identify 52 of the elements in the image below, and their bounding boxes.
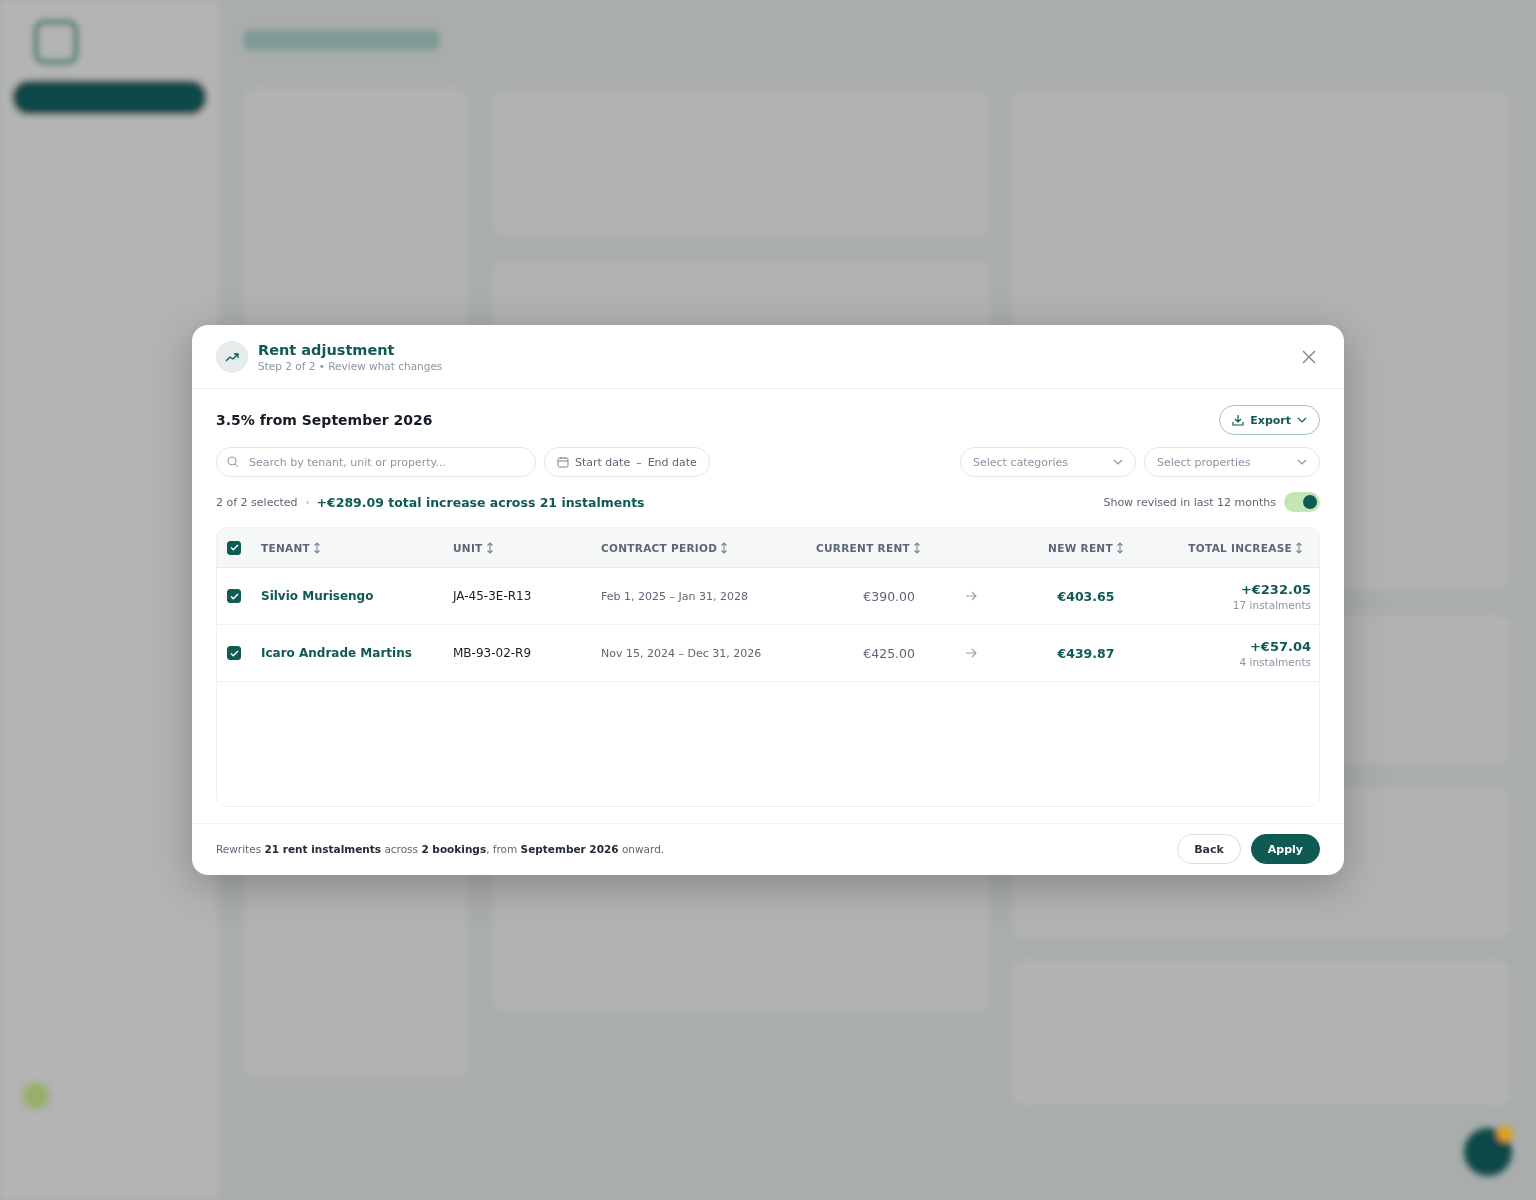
column-header[interactable]: UNIT bbox=[453, 541, 494, 554]
instalment-count: 4 instalments bbox=[1239, 655, 1311, 668]
current-rent: €390.00 bbox=[863, 588, 915, 604]
apply-button[interactable]: Apply bbox=[1250, 834, 1320, 864]
current-rent: €425.00 bbox=[863, 645, 915, 661]
tenant-name[interactable]: Icaro Andrade Martins bbox=[261, 646, 412, 660]
revised-toggle[interactable] bbox=[1284, 492, 1320, 512]
sort-icon bbox=[913, 541, 921, 554]
unit-code: MB-93-02-R9 bbox=[453, 646, 532, 660]
sort-icon bbox=[1115, 541, 1124, 554]
new-rent: €403.65 bbox=[1057, 588, 1115, 604]
column-header[interactable]: CURRENT RENT bbox=[816, 541, 921, 554]
chevron-down-icon bbox=[1297, 417, 1307, 423]
arrow-right-icon bbox=[965, 591, 977, 601]
select-all-checkbox[interactable] bbox=[227, 540, 241, 555]
selection-count: 2 of 2 selected bbox=[216, 495, 298, 509]
column-header[interactable]: TENANT bbox=[261, 541, 321, 554]
column-header[interactable]: CONTRACT PERIOD bbox=[601, 541, 729, 554]
chevron-down-icon bbox=[1297, 459, 1307, 465]
footer-note: Rewrites 21 rent instalments across 2 bookings, from September 2026 onward. bbox=[216, 843, 666, 855]
contract-period: Feb 1, 2025 – Jan 31, 2028 bbox=[601, 589, 748, 603]
date-range-picker[interactable]: Start date – End date bbox=[544, 447, 710, 477]
tenant-name[interactable]: Silvio Murisengo bbox=[261, 589, 374, 603]
adjustment-heading: 3.5% from September 2026 bbox=[216, 412, 434, 428]
unit-code: JA-45-3E-R13 bbox=[453, 589, 532, 603]
dialog-title: Rent adjustment bbox=[258, 342, 396, 358]
total-increase: +€57.04 bbox=[1249, 638, 1311, 654]
instalment-count: 17 instalments bbox=[1232, 598, 1311, 611]
total-increase: +€232.05 bbox=[1240, 581, 1311, 597]
new-rent: €439.87 bbox=[1057, 645, 1115, 661]
row-checkbox[interactable] bbox=[227, 589, 241, 603]
categories-select[interactable]: Select categories bbox=[960, 447, 1136, 477]
download-icon bbox=[1232, 414, 1245, 426]
toggle-label: Show revised in last 12 months bbox=[1103, 495, 1276, 509]
sort-icon bbox=[313, 541, 321, 554]
contract-period: Nov 15, 2024 – Dec 31, 2026 bbox=[601, 646, 762, 660]
arrow-right-icon bbox=[965, 648, 977, 658]
export-button[interactable]: Export bbox=[1219, 405, 1320, 435]
search-icon bbox=[227, 456, 239, 468]
sort-icon bbox=[485, 541, 494, 554]
sort-icon bbox=[720, 541, 729, 554]
calendar-icon bbox=[557, 456, 569, 468]
trend-up-icon bbox=[216, 341, 248, 373]
chevron-down-icon bbox=[1113, 459, 1123, 465]
row-checkbox[interactable] bbox=[227, 646, 241, 660]
dialog-subtitle: Step 2 of 2 • Review what changes bbox=[258, 360, 444, 372]
sort-icon bbox=[1295, 541, 1303, 554]
column-header[interactable]: TOTAL INCREASE bbox=[1188, 541, 1303, 554]
back-button[interactable]: Back bbox=[1177, 834, 1241, 864]
properties-select[interactable]: Select properties bbox=[1144, 447, 1320, 477]
total-increase-summary: +€289.09 total increase across 21 instalments bbox=[316, 494, 646, 510]
column-header[interactable]: NEW RENT bbox=[1048, 541, 1124, 554]
